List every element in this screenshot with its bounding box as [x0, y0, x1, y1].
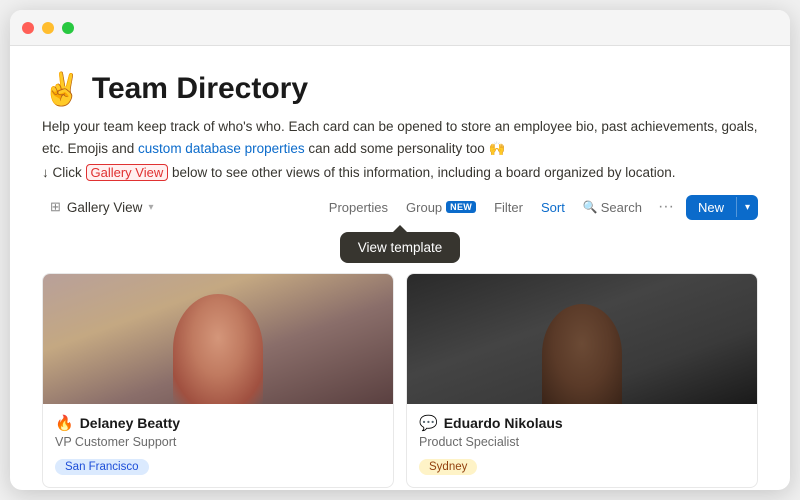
- sort-label: Sort: [541, 200, 565, 215]
- card-tag-delaney: San Francisco: [55, 459, 149, 475]
- group-new-badge: NEW: [446, 201, 476, 213]
- gallery-grid: 🔥 Delaney Beatty VP Customer Support San…: [42, 273, 758, 488]
- new-button[interactable]: New: [686, 195, 736, 220]
- card-name-eduardo: Eduardo Nikolaus: [444, 415, 563, 431]
- maximize-button[interactable]: [62, 22, 74, 34]
- card-name-row-eduardo: 💬 Eduardo Nikolaus: [419, 414, 745, 432]
- chevron-down-icon: ▾: [148, 202, 153, 213]
- view-label: Gallery View: [67, 200, 143, 215]
- main-content: ✌️ Team Directory Help your team keep tr…: [10, 46, 790, 490]
- face-delaney: [173, 294, 263, 404]
- card-tag-eduardo: Sydney: [419, 459, 477, 475]
- filter-button[interactable]: Filter: [486, 196, 531, 219]
- card-body-delaney: 🔥 Delaney Beatty VP Customer Support San…: [43, 404, 393, 487]
- search-button[interactable]: 🔍 Search: [575, 196, 650, 219]
- properties-label: Properties: [329, 200, 388, 215]
- more-options-button[interactable]: ···: [652, 194, 680, 220]
- view-selector-button[interactable]: ⊞ Gallery View ▾: [42, 195, 161, 219]
- toolbar: ⊞ Gallery View ▾ Properties Group NEW Fi…: [42, 194, 758, 220]
- tooltip-container: View template: [42, 232, 758, 263]
- grid-icon: ⊞: [50, 199, 61, 215]
- properties-button[interactable]: Properties: [321, 196, 396, 219]
- card-image-eduardo: [407, 274, 757, 404]
- close-button[interactable]: [22, 22, 34, 34]
- card-name-delaney: Delaney Beatty: [80, 415, 180, 431]
- app-window: ✌️ Team Directory Help your team keep tr…: [10, 10, 790, 490]
- filter-label: Filter: [494, 200, 523, 215]
- new-dropdown-button[interactable]: ▾: [737, 197, 758, 218]
- page-emoji: ✌️: [42, 70, 82, 108]
- sort-button[interactable]: Sort: [533, 196, 573, 219]
- minimize-button[interactable]: [42, 22, 54, 34]
- click-hint: ↓ Click Gallery View below to see other …: [42, 165, 758, 180]
- group-label: Group: [406, 200, 442, 215]
- card-name-row-delaney: 🔥 Delaney Beatty: [55, 414, 381, 432]
- titlebar: [10, 10, 790, 46]
- view-template-tooltip: View template: [340, 232, 461, 263]
- card-role-eduardo: Product Specialist: [419, 435, 745, 449]
- toolbar-actions: Properties Group NEW Filter Sort 🔍 Searc…: [321, 194, 680, 220]
- page-title-row: ✌️ Team Directory: [42, 70, 758, 108]
- card-image-delaney: [43, 274, 393, 404]
- card-body-eduardo: 💬 Eduardo Nikolaus Product Specialist Sy…: [407, 404, 757, 487]
- page-title: Team Directory: [92, 72, 308, 106]
- custom-properties-link[interactable]: custom database properties: [138, 141, 305, 156]
- card-delaney[interactable]: 🔥 Delaney Beatty VP Customer Support San…: [42, 273, 394, 488]
- card-eduardo[interactable]: 💬 Eduardo Nikolaus Product Specialist Sy…: [406, 273, 758, 488]
- page-description: Help your team keep track of who's who. …: [42, 116, 758, 159]
- group-button[interactable]: Group NEW: [398, 196, 484, 219]
- card-emoji-eduardo: 💬: [419, 414, 438, 432]
- gallery-view-badge: Gallery View: [86, 164, 169, 181]
- new-button-group: New ▾: [686, 195, 758, 220]
- search-icon: 🔍: [583, 200, 598, 214]
- face-eduardo: [542, 304, 622, 404]
- card-emoji-delaney: 🔥: [55, 414, 74, 432]
- search-label: Search: [601, 200, 642, 215]
- new-dropdown-arrow-icon: ▾: [745, 202, 750, 213]
- card-role-delaney: VP Customer Support: [55, 435, 381, 449]
